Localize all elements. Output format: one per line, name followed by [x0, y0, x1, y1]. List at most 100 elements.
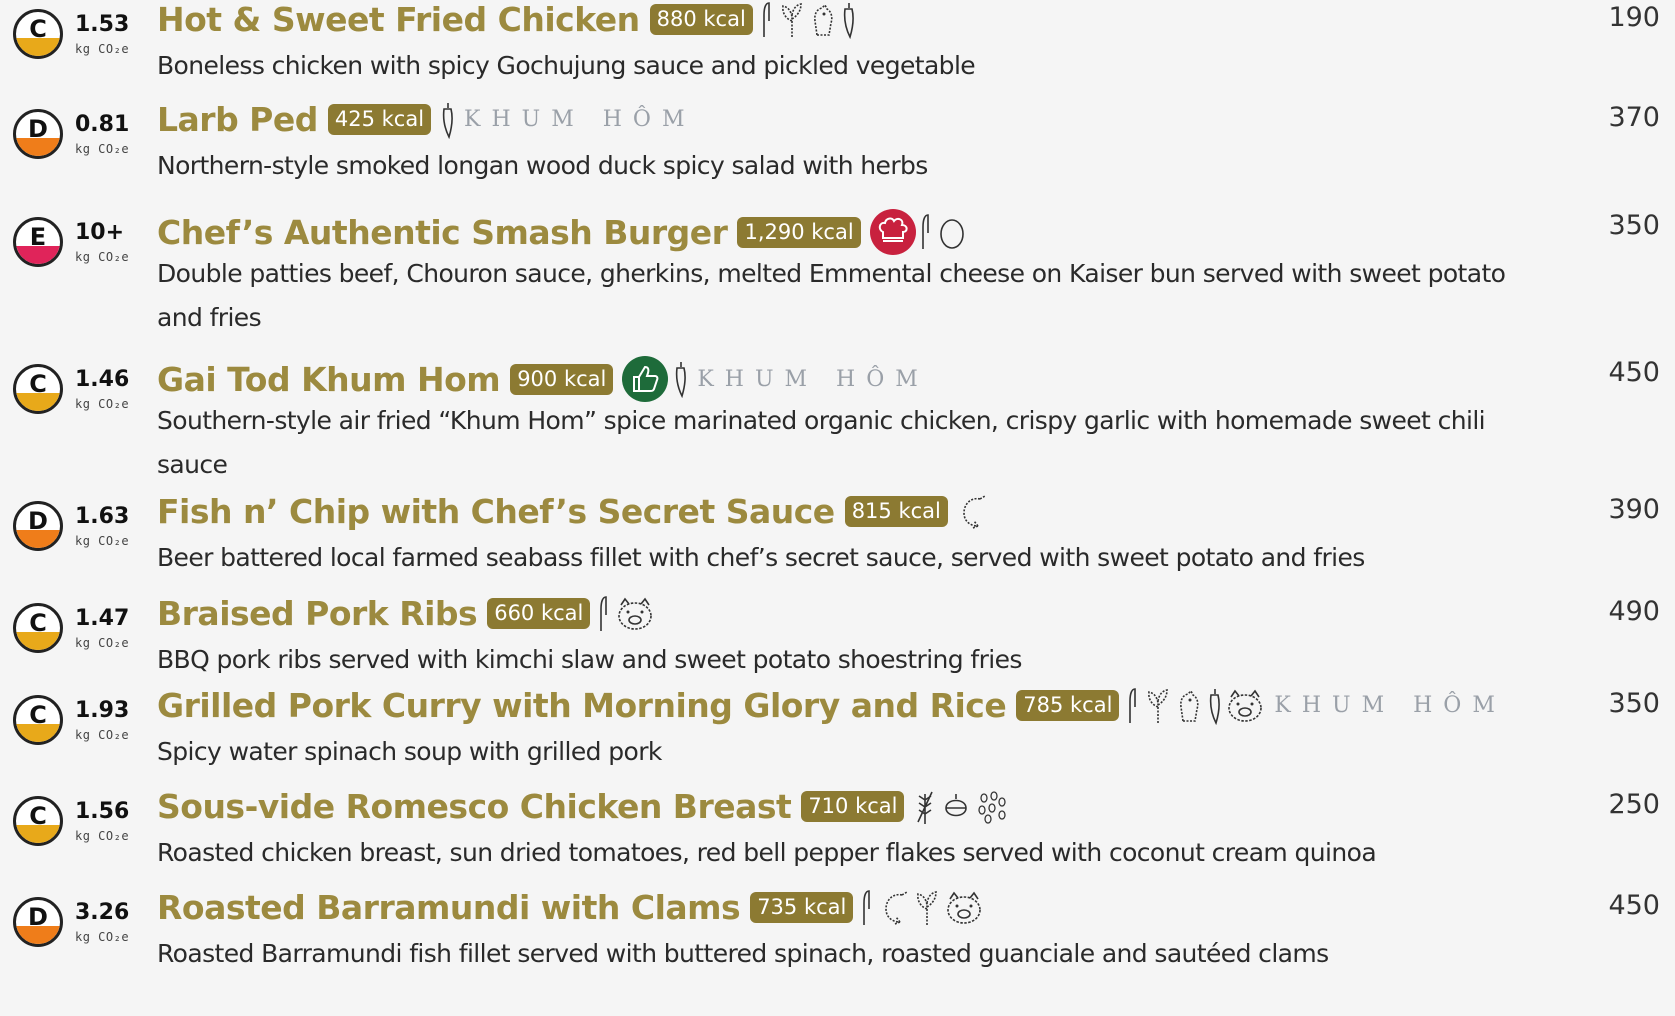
kcal-badge: 660 kcal [487, 598, 591, 629]
item-description: Boneless chicken with spicy Gochujung sa… [157, 51, 976, 80]
menu-list: C 1.53 kg CO₂e Hot & Sweet Fried Chicken 880… [0, 0, 1675, 1016]
wheat-icon [912, 788, 938, 826]
egg-icon [937, 213, 967, 251]
vegetable-icon [913, 889, 941, 927]
allergen-icons [869, 208, 967, 256]
eco-grade-icon: C [13, 603, 63, 653]
allergen-icons [598, 595, 655, 633]
kcal-badge: 1,290 kcal [737, 216, 861, 248]
item-description: Double patties beef, Chouron sauce, gher… [157, 259, 1506, 332]
item-name[interactable]: Hot & Sweet Fried Chicken [157, 0, 640, 39]
kcal-badge: 735 kcal [750, 892, 854, 923]
item-name[interactable]: Roasted Barramundi with Clams [157, 888, 741, 927]
eco-grade-icon: E [13, 217, 63, 267]
co2-unit: kg CO₂e [75, 728, 130, 742]
shrimp-icon [956, 493, 988, 531]
eco-grade-letter: C [29, 15, 47, 43]
khum-hom-logo: KHUM HÔM [1274, 693, 1506, 718]
item-header: Braised Pork Ribs 660 kcal [157, 594, 655, 633]
allergen-icons [861, 889, 984, 927]
eco-grade-icon: D [13, 501, 63, 551]
eco-grade-icon: D [13, 897, 63, 947]
item-name[interactable]: Braised Pork Ribs [157, 594, 478, 633]
co2-value: 1.46 [75, 367, 130, 392]
shrimp-icon [878, 889, 910, 927]
item-header: Gai Tod Khum Hom 900 kcal KHUM HÔM [157, 355, 929, 403]
item-description: Spicy water spinach soup with grilled po… [157, 737, 662, 766]
fork-icon [1127, 687, 1141, 725]
item-price: 250 [1608, 789, 1660, 820]
co2-value: 1.47 [75, 606, 130, 631]
allergen-icons: KHUM HÔM [621, 355, 928, 403]
eco-grade-icon: D [13, 109, 63, 159]
co2-value: 1.63 [75, 504, 130, 529]
eco-grade-letter: D [28, 115, 48, 143]
eco-grade-letter: D [28, 507, 48, 535]
co2-value: 0.81 [75, 112, 130, 137]
co2-unit: kg CO₂e [75, 397, 130, 411]
item-price: 450 [1608, 890, 1660, 921]
allergen-icons [956, 493, 988, 531]
item-name[interactable]: Chef’s Authentic Smash Burger [157, 213, 728, 252]
co2-unit: kg CO₂e [75, 142, 130, 156]
chili-icon [439, 101, 455, 139]
item-price: 350 [1608, 210, 1660, 241]
khum-hom-logo: KHUM HÔM [464, 107, 696, 132]
eco-grade-icon: C [13, 796, 63, 846]
eco-grade-letter: C [29, 370, 47, 398]
kcal-badge: 815 kcal [844, 496, 948, 527]
eco-grade-icon: C [13, 695, 63, 745]
chicken-icon [809, 1, 837, 39]
co2-unit: kg CO₂e [75, 829, 130, 843]
co2-value: 1.53 [75, 12, 130, 37]
item-description: Roasted chicken breast, sun dried tomato… [157, 838, 1377, 867]
allergen-icons: KHUM HÔM [439, 101, 695, 139]
co2-unit: kg CO₂e [75, 930, 130, 944]
co2-value: 1.93 [75, 698, 130, 723]
co2-unit: kg CO₂e [75, 636, 130, 650]
eco-grade-letter: E [29, 223, 47, 251]
fork-icon [598, 595, 612, 633]
allergen-icons [761, 1, 856, 39]
eco-grade-letter: C [29, 701, 47, 729]
item-header: Fish n’ Chip with Chef’s Secret Sauce 815… [157, 492, 988, 531]
eco-grade-letter: C [29, 609, 47, 637]
item-description: Southern-style air fried “Khum Hom” spic… [157, 406, 1486, 479]
item-name[interactable]: Grilled Pork Curry with Morning Glory an… [157, 686, 1007, 725]
chili-icon [840, 1, 856, 39]
kcal-badge: 710 kcal [801, 791, 905, 822]
item-description: Roasted Barramundi fish fillet served wi… [157, 939, 1329, 968]
item-price: 450 [1608, 357, 1660, 388]
co2-value: 3.26 [75, 900, 130, 925]
item-name[interactable]: Sous-vide Romesco Chicken Breast [157, 787, 792, 826]
co2-unit: kg CO₂e [75, 250, 130, 264]
item-name[interactable]: Larb Ped [157, 100, 318, 139]
item-description: BBQ pork ribs served with kimchi slaw an… [157, 645, 1022, 674]
eco-grade-icon: C [13, 9, 63, 59]
vegetable-icon [1144, 687, 1172, 725]
co2-value: 1.56 [75, 799, 130, 824]
kcal-badge: 900 kcal [510, 363, 614, 395]
item-name[interactable]: Gai Tod Khum Hom [157, 360, 501, 399]
item-price: 190 [1608, 2, 1660, 33]
pig-icon [944, 889, 984, 927]
kcal-badge: 785 kcal [1016, 690, 1120, 721]
co2-unit: kg CO₂e [75, 42, 130, 56]
fork-icon [761, 1, 775, 39]
item-header: Sous-vide Romesco Chicken Breast 710 kcal [157, 787, 1010, 826]
chili-icon [672, 360, 688, 398]
eco-grade-letter: D [28, 903, 48, 931]
kcal-badge: 425 kcal [327, 104, 432, 135]
allergen-icons [912, 788, 1010, 826]
item-header: Grilled Pork Curry with Morning Glory an… [157, 686, 1506, 725]
item-name[interactable]: Fish n’ Chip with Chef’s Secret Sauce [157, 492, 835, 531]
eco-grade-letter: C [29, 802, 47, 830]
co2-value: 10+ [75, 220, 125, 245]
chicken-icon [1175, 687, 1203, 725]
sesame-icon [974, 788, 1010, 826]
eco-grade-icon: C [13, 364, 63, 414]
item-header: Larb Ped 425 kcal KHUM HÔM [157, 100, 695, 139]
pig-icon [1225, 687, 1265, 725]
chef-hat-badge-icon [869, 208, 917, 256]
allergen-icons: KHUM HÔM [1127, 687, 1505, 725]
